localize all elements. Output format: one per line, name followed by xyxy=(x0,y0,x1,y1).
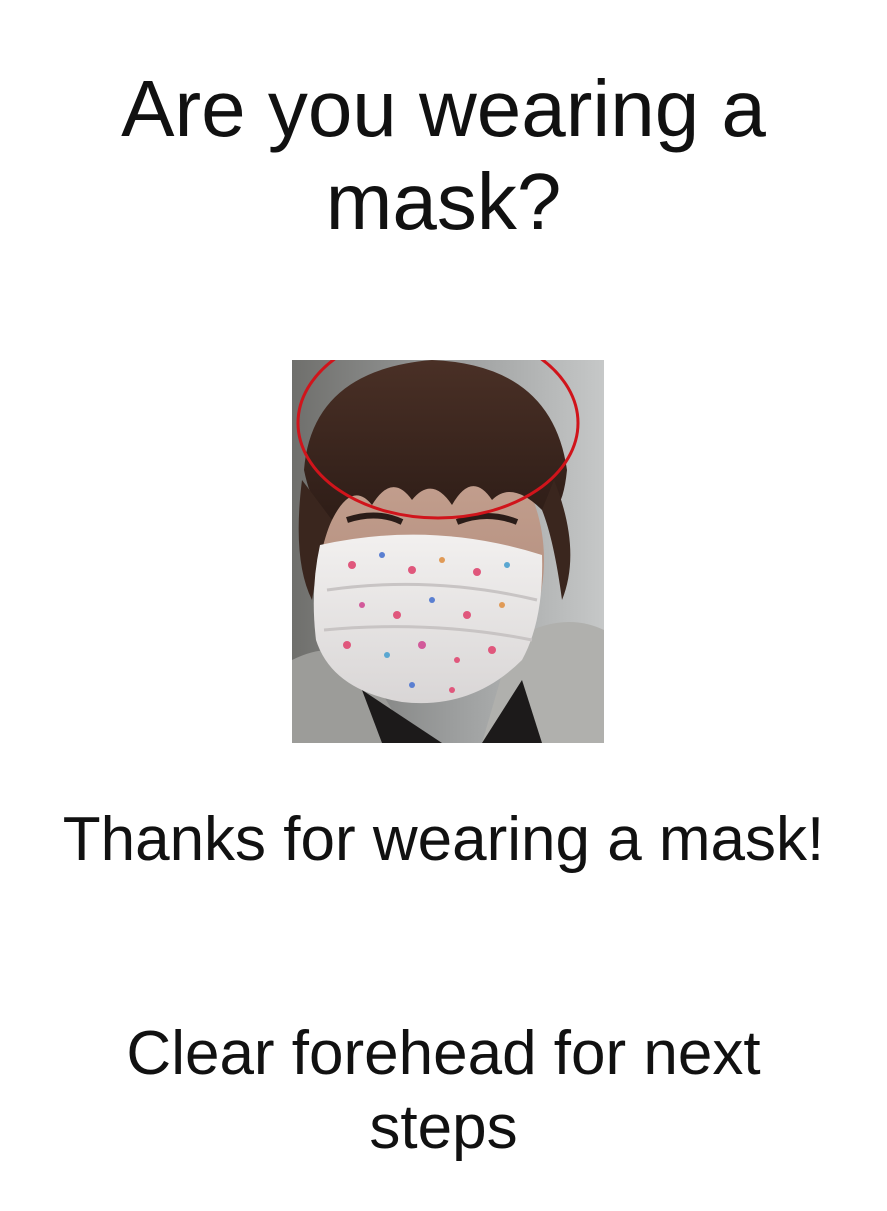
camera-preview xyxy=(292,360,604,743)
status-message: Thanks for wearing a mask! xyxy=(62,805,825,874)
face-with-mask-photo xyxy=(292,360,604,743)
page-title: Are you wearing a mask? xyxy=(121,64,766,246)
mask-check-screen: Are you wearing a mask? Thanks for weari… xyxy=(0,0,887,1211)
instruction-message: Clear forehead for next steps xyxy=(126,1019,761,1162)
